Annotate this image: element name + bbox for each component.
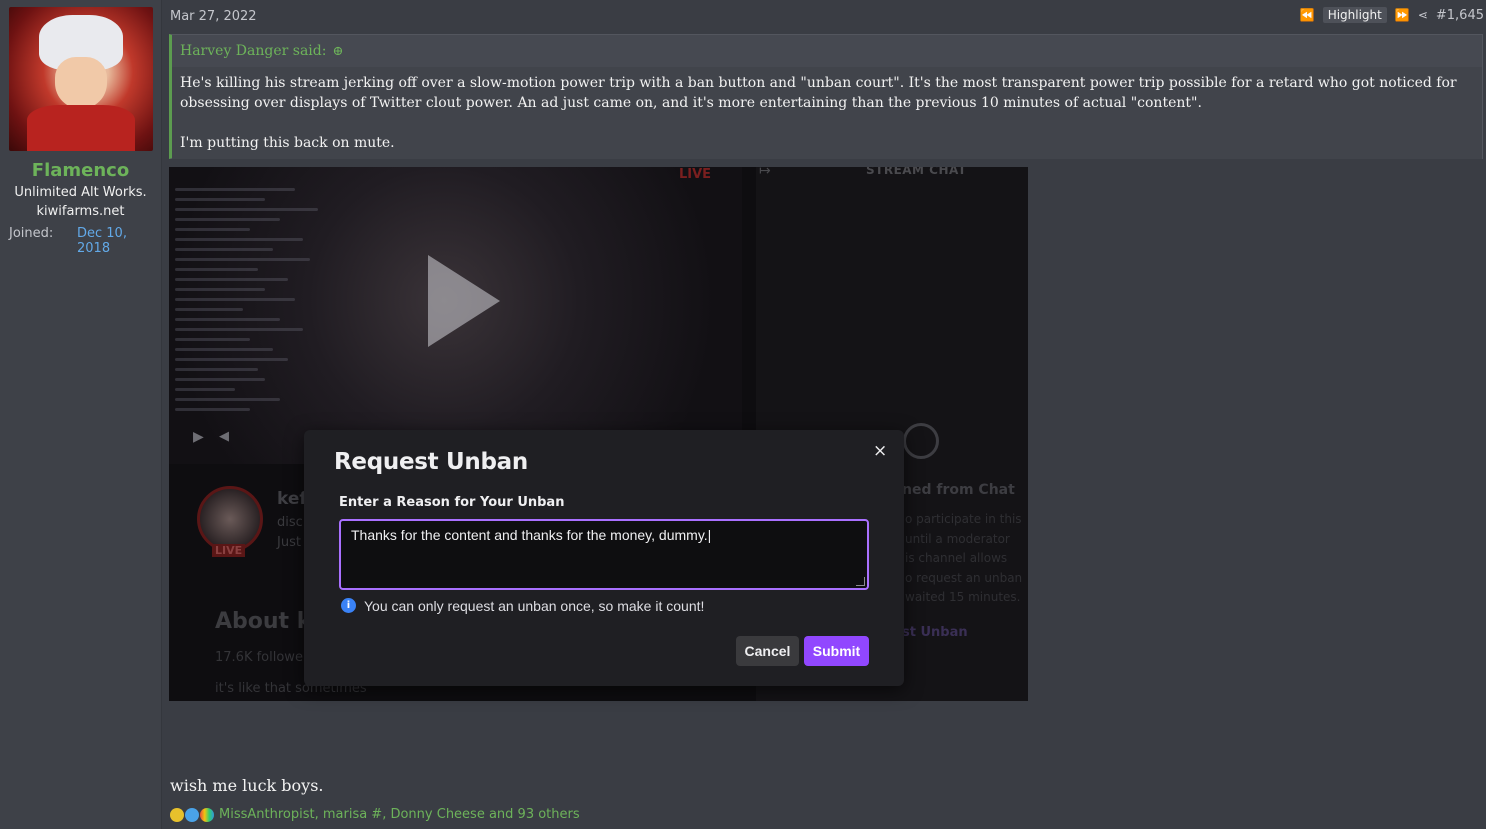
resize-handle-icon[interactable] — [856, 577, 865, 586]
channel-subtitle: Just — [277, 535, 301, 550]
previous-highlight-icon[interactable]: ⏪ — [1300, 8, 1315, 22]
collapse-chat-icon: ↦ — [759, 167, 771, 179]
chat-overlay — [175, 181, 325, 441]
quote-body: He's killing his stream jerking off over… — [172, 67, 1482, 159]
text-cursor: | — [707, 527, 712, 543]
user-title-site: kiwifarms.net — [36, 204, 125, 219]
channel-live-badge: LIVE — [212, 544, 246, 557]
reason-label: Enter a Reason for Your Unban — [339, 495, 565, 510]
info-message: You can only request an unban once, so m… — [364, 598, 705, 614]
highlight-button[interactable]: Highlight — [1322, 7, 1387, 23]
rainbow-reaction-icon — [200, 807, 214, 822]
channel-avatar — [197, 486, 263, 552]
banned-text: o participate in this — [905, 512, 1022, 526]
live-badge: LIVE — [679, 167, 712, 182]
avatar-face — [55, 57, 107, 109]
play-icon[interactable] — [428, 255, 500, 347]
thumbs-up-reaction-icon — [185, 807, 199, 822]
channel-subtitle: disc — [277, 515, 303, 530]
post-actions: ⏪ Highlight ⏩ ⋖ #1,645 — [1300, 7, 1484, 23]
submit-button[interactable]: Submit — [804, 636, 869, 666]
jump-to-quote-icon[interactable]: ⊕ — [332, 44, 343, 59]
quote-paragraph: He's killing his stream jerking off over… — [180, 75, 1457, 111]
user-avatar[interactable] — [9, 7, 153, 151]
reason-textarea[interactable]: Thanks for the content and thanks for th… — [339, 519, 869, 590]
post-number[interactable]: #1,645 — [1436, 8, 1484, 23]
banned-text: o request an unban — [905, 571, 1023, 585]
banned-text: is channel allows — [905, 551, 1008, 565]
reactions-bar[interactable]: MissAnthropist, marisa #, Donny Cheese a… — [170, 807, 580, 822]
reactions-list[interactable]: MissAnthropist, marisa #, Donny Cheese a… — [219, 807, 580, 822]
modal-title: Request Unban — [334, 449, 528, 475]
banned-icon — [903, 423, 939, 459]
post-body: wish me luck boys. — [170, 776, 324, 795]
joined-date: Dec 10, 2018 — [77, 226, 127, 256]
cancel-button[interactable]: Cancel — [736, 636, 799, 666]
medal-reaction-icon — [170, 807, 184, 822]
next-highlight-icon[interactable]: ⏩ — [1395, 8, 1410, 22]
quote-header[interactable]: Harvey Danger said: ⊕ — [172, 35, 1482, 67]
quote-block: Harvey Danger said: ⊕ He's killing his s… — [169, 34, 1483, 159]
reason-text: Thanks for the content and thanks for th… — [351, 527, 708, 543]
username[interactable]: Flamenco — [0, 160, 161, 181]
share-icon[interactable]: ⋖ — [1418, 8, 1428, 22]
info-icon: i — [341, 598, 356, 613]
about-heading: About k — [215, 609, 312, 634]
quote-paragraph: I'm putting this back on mute. — [180, 135, 395, 151]
user-sidebar: Flamenco Unlimited Alt Works. kiwifarms.… — [0, 0, 162, 829]
post-date[interactable]: Mar 27, 2022 — [170, 9, 257, 24]
request-unban-link: st Unban — [902, 625, 968, 640]
joined-label: Joined: — [9, 226, 54, 241]
followers-count: 17.6K followe — [215, 650, 303, 665]
banned-heading: ned from Chat — [902, 482, 1015, 498]
avatar-coat — [27, 105, 135, 151]
stream-chat-label: STREAM CHAT — [866, 167, 967, 177]
request-unban-modal: Request Unban × Enter a Reason for Your … — [304, 430, 904, 686]
quote-author[interactable]: Harvey Danger said: — [180, 43, 326, 59]
channel-name: kef — [277, 489, 307, 509]
volume-icon: ◀ — [219, 429, 229, 444]
user-title: Unlimited Alt Works. — [14, 185, 147, 200]
banned-text: waited 15 minutes. — [905, 590, 1021, 604]
mini-play-icon: ▶ — [193, 429, 204, 445]
close-icon[interactable]: × — [873, 441, 887, 461]
banned-text: until a moderator — [905, 532, 1010, 546]
